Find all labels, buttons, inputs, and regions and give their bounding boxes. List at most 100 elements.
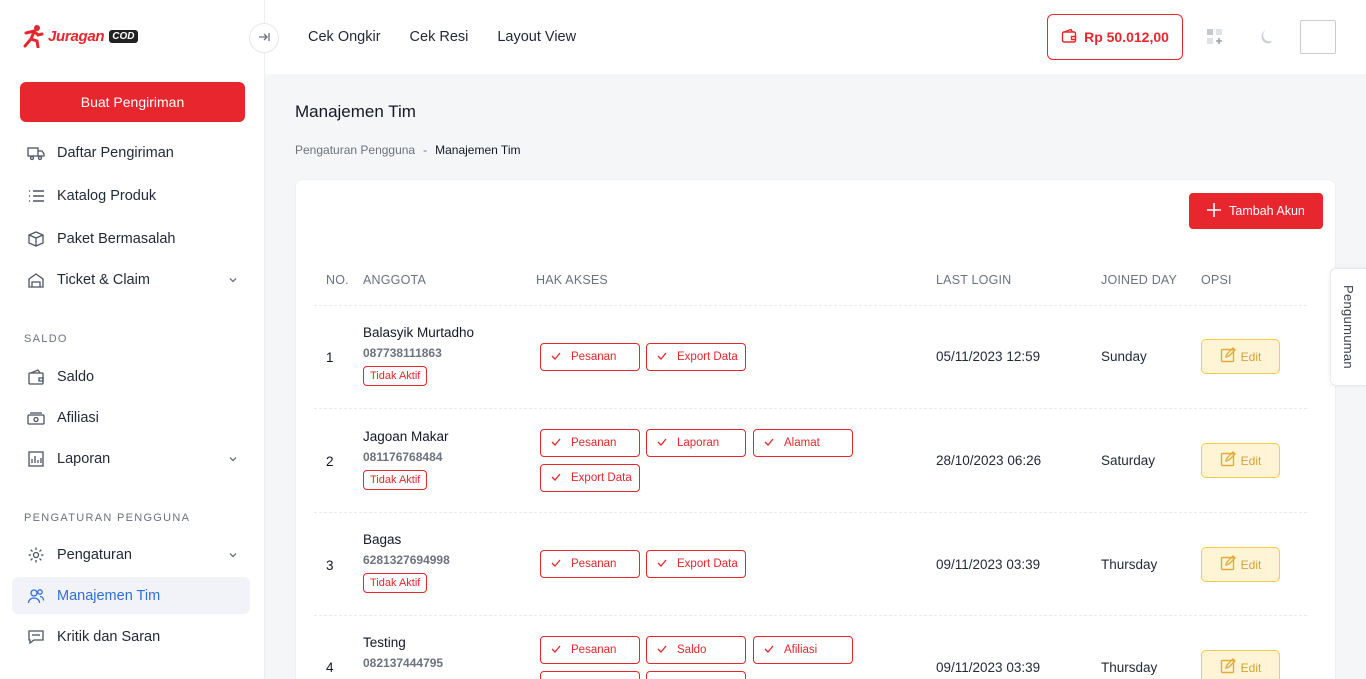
apps-add-icon[interactable] <box>1205 27 1225 47</box>
column-header-hak-akses: HAK AKSES <box>536 273 608 287</box>
check-icon <box>551 644 561 657</box>
announcement-tab[interactable]: Pengumuman <box>1330 268 1366 386</box>
member-name: Jagoan Makar <box>363 429 449 444</box>
row-number: 4 <box>326 660 334 675</box>
chevron-down-icon <box>228 548 238 564</box>
access-chip: Export Data <box>646 343 746 371</box>
create-shipment-button[interactable]: Buat Pengiriman <box>20 82 245 122</box>
access-label: Afiliasi <box>784 644 818 656</box>
column-header-last-login: LAST LOGIN <box>936 273 1012 287</box>
joined-day: Thursday <box>1101 660 1158 675</box>
check-icon <box>657 558 667 571</box>
sidebar-item-laporan[interactable]: Laporan <box>12 440 250 477</box>
access-label: Saldo <box>677 644 707 656</box>
section-label-saldo: SALDO <box>24 333 68 345</box>
check-icon <box>657 644 667 657</box>
edit-button[interactable]: Edit <box>1201 547 1280 582</box>
sidebar-item-manajemen-tim[interactable]: Manajemen Tim <box>12 577 250 614</box>
joined-day: Saturday <box>1101 453 1156 468</box>
nav-cek-ongkir[interactable]: Cek Ongkir <box>308 29 381 45</box>
sidebar-item-kritik-saran[interactable]: Kritik dan Saran <box>12 618 250 655</box>
edit-button[interactable]: Edit <box>1201 443 1280 478</box>
sidebar-item-label: Kritik dan Saran <box>57 628 161 645</box>
sidebar-item-label: Manajemen Tim <box>57 587 161 604</box>
logo-text: Juragan <box>48 27 105 45</box>
sidebar-item-label: Afiliasi <box>57 409 99 426</box>
sidebar-toggle-button[interactable] <box>249 23 279 53</box>
access-label: Pesanan <box>571 558 617 570</box>
sidebar-item-ticket-claim[interactable]: Ticket & Claim <box>12 261 250 298</box>
chevron-down-icon <box>228 273 238 289</box>
member-cell: Bagas 6281327694998 Tidak Aktif <box>363 532 450 593</box>
member-name: Testing <box>363 635 406 650</box>
member-name: Bagas <box>363 532 402 547</box>
ticket-icon <box>26 270 46 290</box>
access-chip: Afiliasi <box>753 636 853 664</box>
box-icon <box>26 229 46 249</box>
sidebar-item-label: Pengaturan <box>57 546 132 563</box>
sidebar-item-label: Daftar Pengiriman <box>57 144 174 161</box>
breadcrumb: Pengaturan Pengguna - Manajemen Tim <box>295 143 520 157</box>
breadcrumb-parent[interactable]: Pengaturan Pengguna <box>295 143 415 157</box>
nav-cek-resi[interactable]: Cek Resi <box>410 29 469 45</box>
last-login: 28/10/2023 06:26 <box>936 453 1042 468</box>
wallet-icon <box>1061 28 1077 47</box>
add-account-label: Tambah Akun <box>1229 204 1305 218</box>
avatar[interactable] <box>1300 20 1336 54</box>
access-chip: Export Data <box>646 550 746 578</box>
list-icon <box>26 186 46 206</box>
check-icon <box>551 472 561 485</box>
sidebar-item-daftar-pengiriman[interactable]: Daftar Pengiriman <box>12 137 250 167</box>
sidebar-scroll-clip: Daftar Pengiriman <box>0 137 264 167</box>
check-icon <box>657 351 667 364</box>
member-cell: Testing 082137444795 <box>363 635 443 670</box>
column-header-anggota: ANGGOTA <box>363 273 426 287</box>
access-chip: Pesanan <box>540 636 640 664</box>
moon-icon[interactable] <box>1256 27 1276 47</box>
balance-amount: Rp 50.012,00 <box>1084 29 1169 45</box>
users-icon <box>26 586 46 606</box>
edit-icon <box>1220 555 1236 574</box>
row-number: 3 <box>326 558 334 573</box>
edit-label: Edit <box>1240 660 1262 675</box>
member-name: Balasyik Murtadho <box>363 325 475 340</box>
column-header-opsi: OPSI <box>1201 273 1232 287</box>
edit-button[interactable]: Edit <box>1201 339 1280 374</box>
add-account-button[interactable]: Tambah Akun <box>1189 193 1323 229</box>
logo-cod-badge: COD <box>109 29 138 43</box>
status-badge: Tidak Aktif <box>363 573 428 593</box>
sidebar-item-paket-bermasalah[interactable]: Paket Bermasalah <box>12 220 250 257</box>
sidebar-item-afiliasi[interactable]: Afiliasi <box>12 399 250 436</box>
edit-icon <box>1220 347 1236 366</box>
topbar: Cek Ongkir Cek Resi Layout View Rp 50.01… <box>265 0 1366 74</box>
logo[interactable]: Juragan COD <box>22 24 138 49</box>
edit-icon <box>1220 658 1236 677</box>
nav-layout-view[interactable]: Layout View <box>497 29 576 45</box>
team-table-card: Tambah Akun NO. ANGGOTA HAK AKSES LAST L… <box>295 179 1336 679</box>
report-icon <box>26 449 46 469</box>
edit-button[interactable]: Edit <box>1201 650 1280 679</box>
access-chip: Pesanan <box>540 550 640 578</box>
sidebar-item-katalog-produk[interactable]: Katalog Produk <box>12 177 250 214</box>
sidebar-item-saldo[interactable]: Saldo <box>12 358 250 395</box>
sidebar-item-label: Ticket & Claim <box>57 271 150 288</box>
column-header-no: NO. <box>326 273 349 287</box>
table-row: 1 Balasyik Murtadho 087738111863 Tidak A… <box>314 305 1307 408</box>
member-cell: Balasyik Murtadho 087738111863 Tidak Akt… <box>363 325 474 386</box>
access-label: Export Data <box>677 558 738 570</box>
edit-label: Edit <box>1240 349 1262 364</box>
runner-logo-icon <box>22 24 44 49</box>
access-label: Export Data <box>677 351 738 363</box>
access-label: Pesanan <box>571 351 617 363</box>
truck-icon <box>26 143 46 163</box>
breadcrumb-current: Manajemen Tim <box>435 143 521 157</box>
access-chip: Laporan <box>646 429 746 457</box>
sidebar-item-label: Paket Bermasalah <box>57 230 176 247</box>
table-row: 3 Bagas 6281327694998 Tidak Aktif Pesana… <box>314 512 1307 615</box>
access-chip <box>540 671 640 679</box>
check-icon <box>764 437 774 450</box>
sidebar-item-pengaturan[interactable]: Pengaturan <box>12 536 250 573</box>
balance-button[interactable]: Rp 50.012,00 <box>1047 14 1183 60</box>
member-phone: 082137444795 <box>363 656 444 670</box>
sidebar-item-label: Laporan <box>57 450 111 467</box>
